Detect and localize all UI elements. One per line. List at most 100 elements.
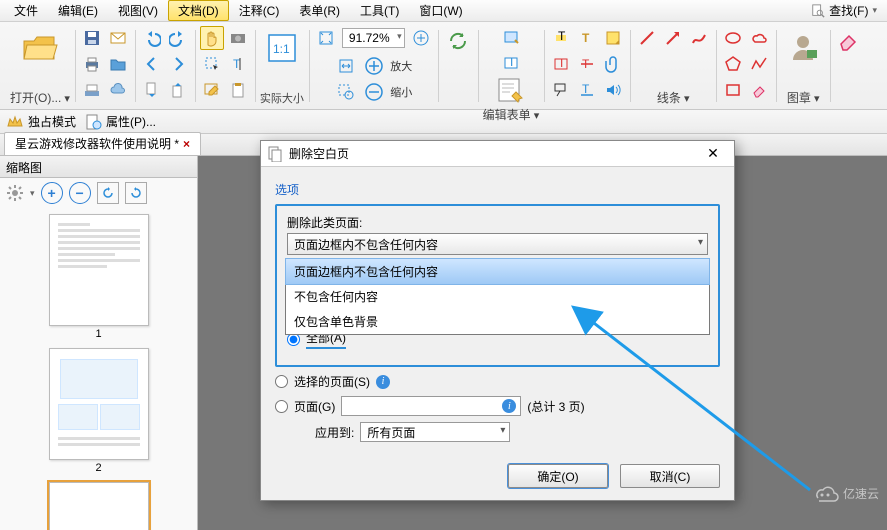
cloud-tool[interactable] (747, 26, 771, 50)
svg-text:T: T (558, 56, 566, 70)
menu-form[interactable]: 表单(R) (289, 0, 350, 21)
line-tool[interactable] (635, 26, 659, 50)
watermark-text: 亿速云 (843, 485, 879, 502)
hand-icon (203, 29, 221, 47)
undo-button[interactable] (140, 26, 164, 50)
menu-tools[interactable]: 工具(T) (350, 0, 409, 21)
page-down-button[interactable] (166, 78, 190, 102)
form-text-button[interactable]: T (499, 52, 523, 76)
text-select-tool[interactable]: T (226, 52, 250, 76)
strikeout-button[interactable]: T (575, 52, 599, 76)
menu-annotate[interactable]: 注释(C) (229, 0, 290, 21)
radio-pages[interactable] (275, 400, 288, 413)
marquee-zoom-button[interactable] (334, 80, 358, 104)
open-button[interactable] (18, 26, 62, 70)
rotate-cw-button[interactable] (125, 182, 147, 204)
scan-button[interactable] (80, 78, 104, 102)
callout-button[interactable] (549, 78, 573, 102)
highlight-form-button[interactable] (499, 26, 523, 50)
pencil-tool[interactable] (687, 26, 711, 50)
clipboard-tool[interactable] (226, 78, 250, 102)
menu-window[interactable]: 窗口(W) (409, 0, 472, 21)
zoom-combobox[interactable]: 91.72% (342, 28, 405, 48)
thumbnail-page-1[interactable] (49, 214, 149, 326)
email-button[interactable] (106, 26, 130, 50)
minus-big-icon (365, 83, 383, 101)
dialog-titlebar[interactable]: 删除空白页 ✕ (261, 141, 734, 167)
crown-icon (6, 113, 24, 131)
thumbnail-page-2[interactable] (49, 348, 149, 460)
typewriter-button[interactable]: T (575, 26, 599, 50)
rect-tool[interactable] (721, 78, 745, 102)
refresh-button[interactable] (443, 26, 473, 56)
snapshot-tool[interactable] (226, 26, 250, 50)
folder-button[interactable] (106, 52, 130, 76)
rotate-ccw-button[interactable] (97, 182, 119, 204)
sound-button[interactable] (601, 78, 625, 102)
delete-type-combobox[interactable]: 页面边框内不包含任何内容 (287, 233, 708, 255)
zoom-out-label: 缩小 (390, 84, 412, 100)
edit-form-button[interactable] (493, 76, 529, 106)
eraser-tool[interactable] (747, 78, 771, 102)
dropdown-option-1[interactable]: 不包含任何内容 (286, 284, 709, 309)
menu-document[interactable]: 文档(D) (168, 0, 229, 21)
next-view-button[interactable] (166, 52, 190, 76)
ok-button[interactable]: 确定(O) (508, 464, 608, 488)
fit-page-button[interactable] (314, 26, 338, 50)
dialog-close-button[interactable]: ✕ (698, 145, 728, 162)
arrow-tool[interactable] (661, 26, 685, 50)
stamp-button[interactable] (781, 26, 825, 70)
exclusive-label: 独占模式 (28, 113, 76, 130)
thumbnails-list[interactable]: 1 2 (0, 208, 197, 530)
underline-button[interactable]: T (575, 78, 599, 102)
zoom-plus-button[interactable] (409, 26, 433, 50)
group-shapes (717, 26, 775, 108)
note-button[interactable] (601, 26, 625, 50)
edit-box-icon (203, 81, 221, 99)
attach-button[interactable] (601, 52, 625, 76)
zoom-in-big-button[interactable] (362, 54, 386, 78)
save-button[interactable] (80, 26, 104, 50)
exclusive-mode-button[interactable]: 独占模式 (6, 113, 76, 131)
cancel-button[interactable]: 取消(C) (620, 464, 720, 488)
apply-to-select[interactable]: 所有页面 (360, 422, 510, 442)
radio-selected[interactable] (275, 375, 288, 388)
tab-close-icon[interactable]: × (183, 137, 190, 151)
find-button[interactable]: 查找(F) ▾ (805, 0, 883, 21)
redo-button[interactable] (166, 26, 190, 50)
actual-size-button[interactable]: 1:1 (260, 26, 304, 70)
total-pages-label: (总计 3 页) (527, 398, 584, 415)
thumb-zoom-in[interactable]: + (41, 182, 63, 204)
polygon-tool[interactable] (721, 52, 745, 76)
dropdown-option-0[interactable]: 页面边框内不包含任何内容 (285, 258, 710, 285)
menu-view[interactable]: 视图(V) (108, 0, 168, 21)
textbox-button[interactable]: T (549, 52, 573, 76)
ellipse-tool[interactable] (721, 26, 745, 50)
print-button[interactable] (80, 52, 104, 76)
highlight-text-button[interactable]: T (549, 26, 573, 50)
page-up-button[interactable] (140, 78, 164, 102)
sticky-note-icon (604, 29, 622, 47)
hand-tool[interactable] (200, 26, 224, 50)
form-text-icon: T (502, 55, 520, 73)
big-eraser-button[interactable] (835, 26, 863, 54)
select-tool[interactable] (200, 52, 224, 76)
pages-input[interactable]: i (341, 396, 521, 416)
properties-button[interactable]: 属性(P)... (84, 113, 156, 131)
printer-icon (83, 55, 101, 73)
pages-info-icon[interactable]: i (502, 399, 516, 413)
prev-view-button[interactable] (140, 52, 164, 76)
gear-icon[interactable] (6, 184, 24, 202)
edit-tool[interactable] (200, 78, 224, 102)
menu-edit[interactable]: 编辑(E) (48, 0, 108, 21)
dropdown-option-2[interactable]: 仅包含单色背景 (286, 309, 709, 334)
thumb-zoom-out[interactable]: − (69, 182, 91, 204)
cloud-button[interactable] (106, 78, 130, 102)
zoom-out-big-button[interactable] (362, 80, 386, 104)
menu-file[interactable]: 文件 (4, 0, 48, 21)
thumbnail-page-3[interactable] (49, 482, 149, 530)
fit-width-button[interactable] (334, 54, 358, 78)
polyline-tool[interactable] (747, 52, 771, 76)
info-icon[interactable]: i (376, 375, 390, 389)
document-tab[interactable]: 星云游戏修改器软件使用说明 * × (4, 132, 201, 155)
